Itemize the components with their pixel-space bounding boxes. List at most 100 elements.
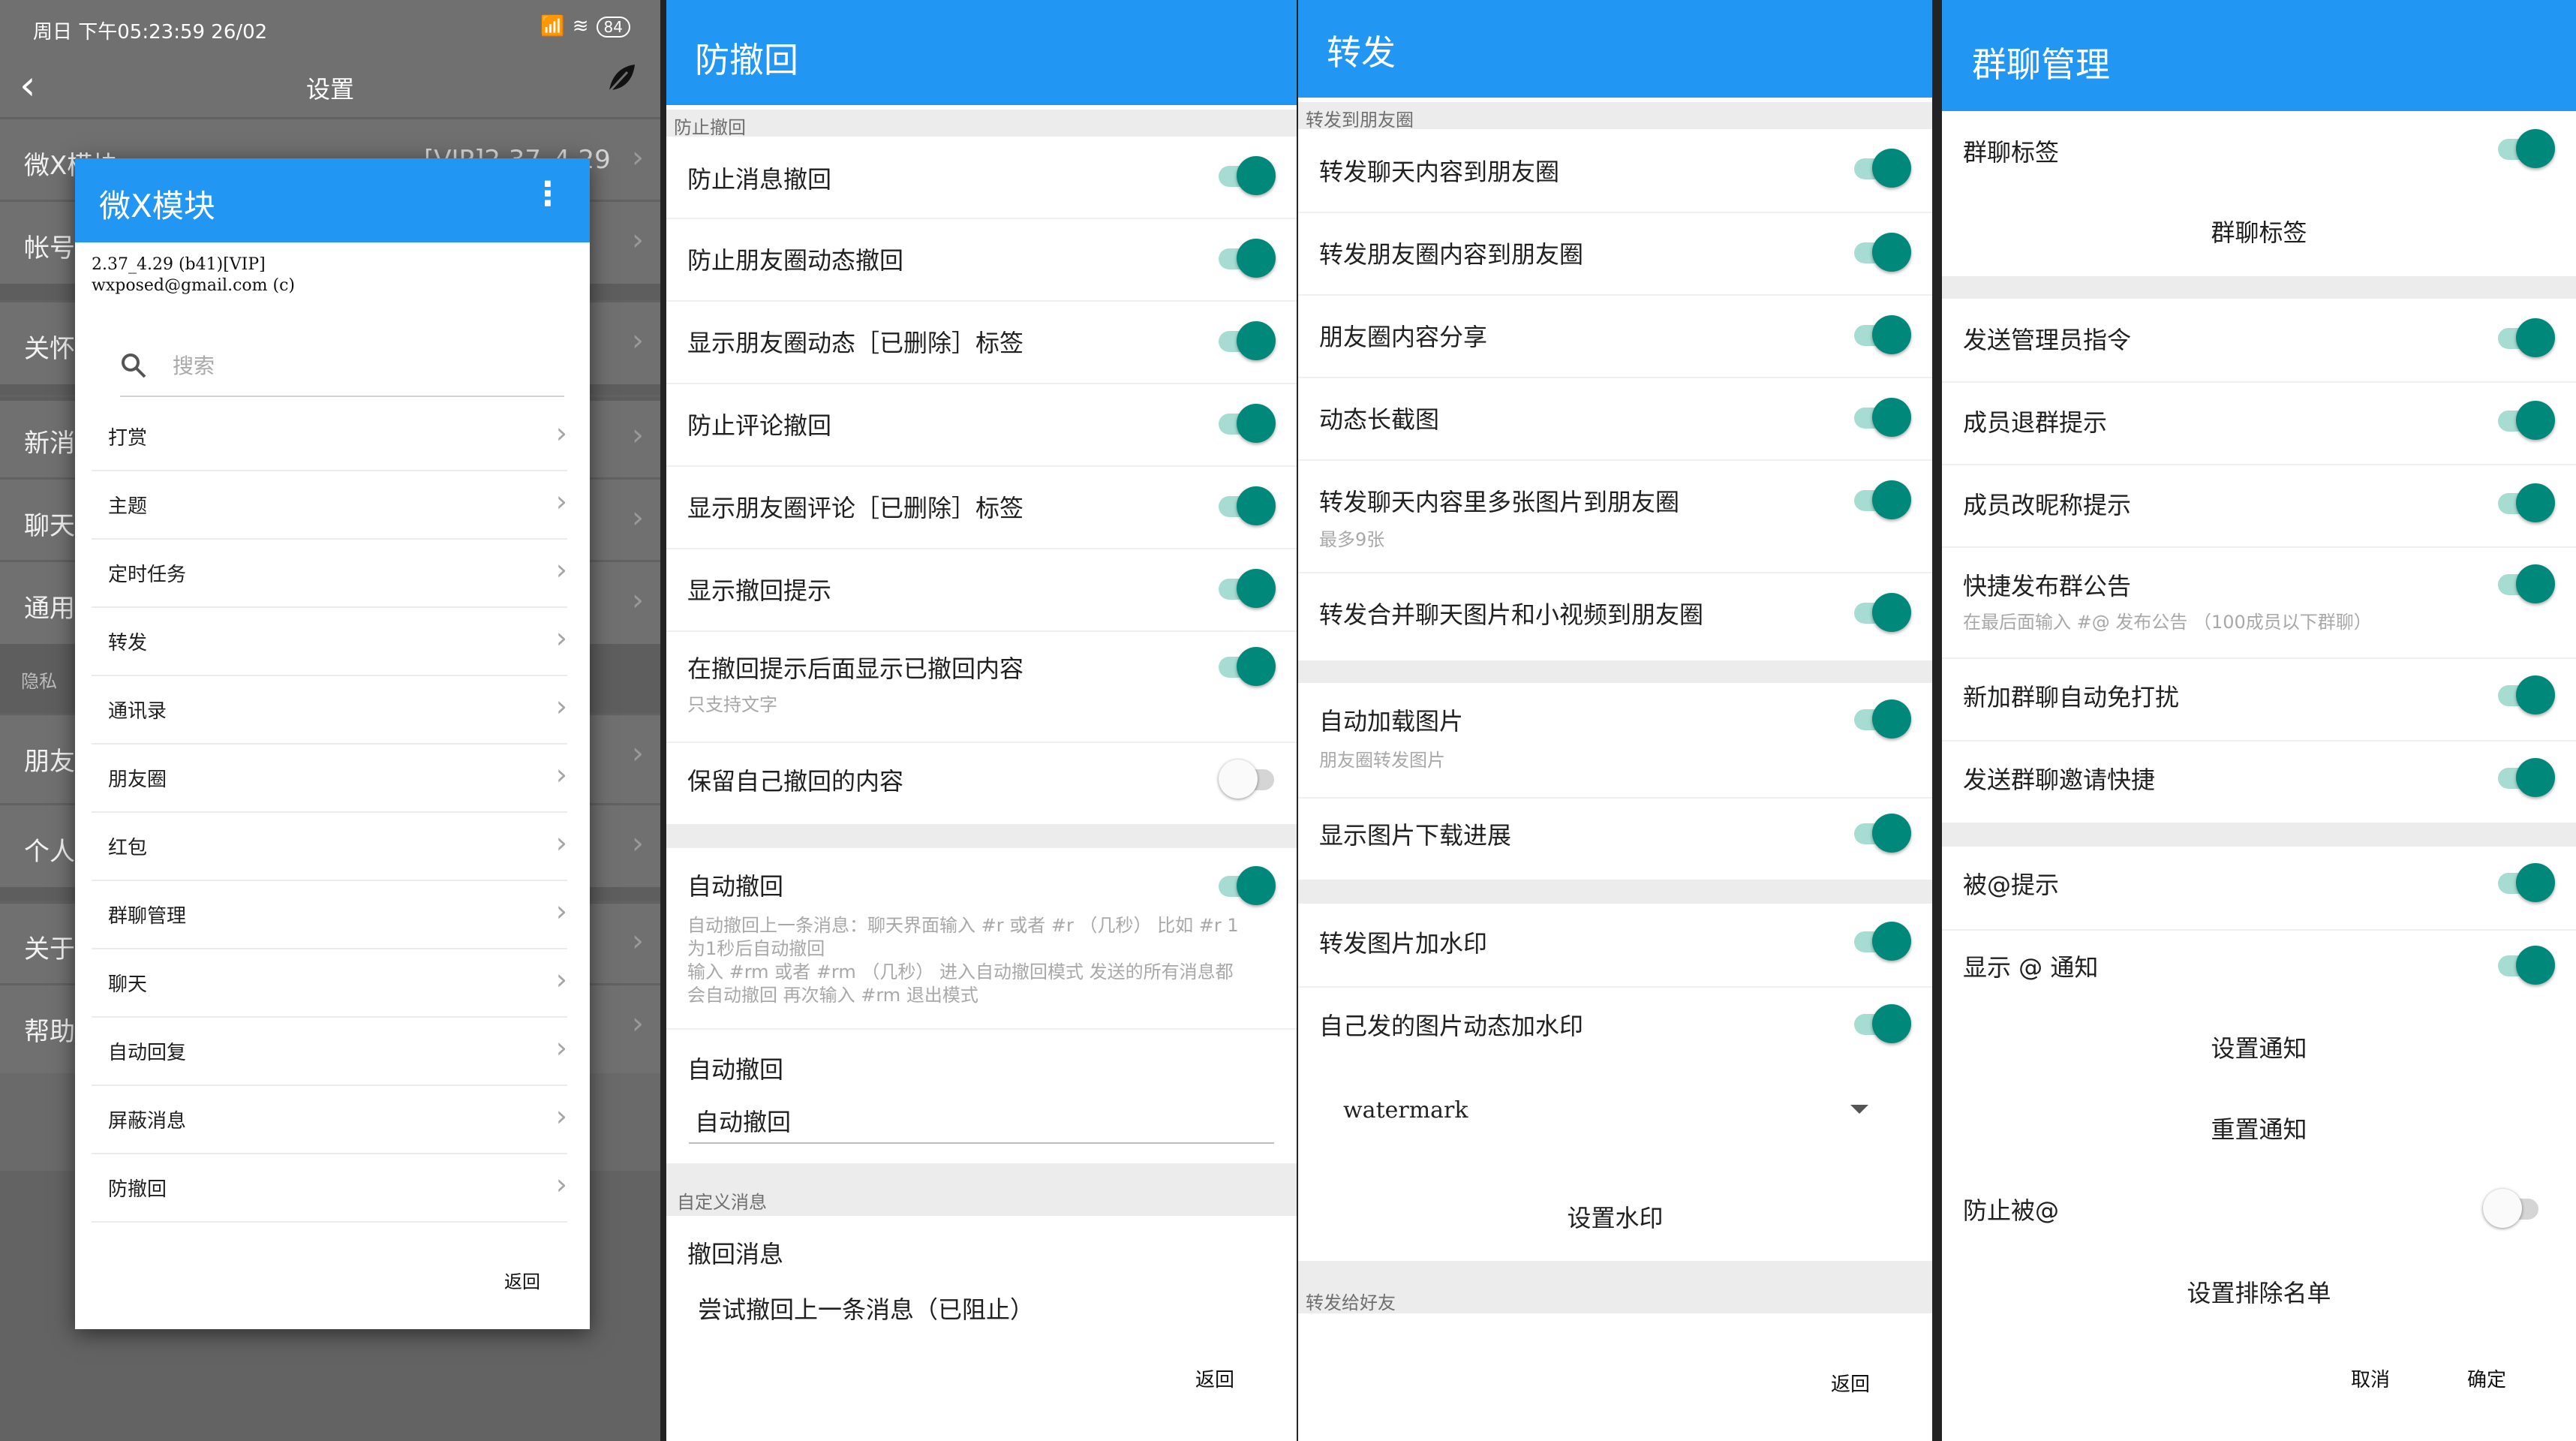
menu-item-moments[interactable]: 朋友圈 › [92, 745, 567, 813]
menu-item-block-message[interactable]: 屏蔽消息 › [92, 1086, 567, 1154]
toggle-switch[interactable] [1854, 814, 1911, 853]
setting-label: 转发聊天内容里多张图片到朋友圈 [1319, 488, 1680, 516]
toggle-switch[interactable] [1219, 569, 1276, 608]
setting-label: 被@提示 [1963, 871, 2060, 899]
toggle-switch[interactable] [1854, 1004, 1911, 1043]
toggle-switch[interactable] [1854, 593, 1911, 632]
setting-row[interactable]: 转发聊天内容里多张图片到朋友圈 最多9张 [1298, 459, 1932, 573]
search-bar[interactable] [120, 337, 564, 397]
back-button[interactable]: 返回 [1831, 1369, 1870, 1397]
menu-item-chat[interactable]: 聊天 › [92, 949, 567, 1018]
toggle-switch[interactable] [1219, 760, 1274, 799]
toggle-switch[interactable] [1219, 239, 1276, 278]
setting-row[interactable]: 自动加载图片 朋友圈转发图片 [1298, 683, 1932, 799]
setting-row[interactable]: 显示 @ 通知 [1942, 929, 2576, 1012]
toggle-switch[interactable] [2498, 863, 2555, 902]
setting-row[interactable]: 保留自己撤回的内容 [666, 742, 1297, 824]
more-vert-icon[interactable]: ⋮ [531, 175, 564, 213]
section-header: 防止撤回 [666, 110, 1297, 138]
setting-row[interactable]: 自己发的图片动态加水印 [1298, 986, 1932, 1069]
toggle-switch[interactable] [2498, 675, 2555, 714]
status-time: 周日 下午05:23:59 26/02 [33, 21, 268, 44]
set-watermark-button[interactable]: 设置水印 [1298, 1199, 1932, 1234]
setting-row[interactable]: 转发聊天内容到朋友圈 [1298, 129, 1932, 213]
setting-row[interactable]: 快捷发布群公告 在最后面输入 #@ 发布公告 （100成员以下群聊） [1942, 546, 2576, 659]
setting-row[interactable]: 成员退群提示 [1942, 381, 2576, 465]
toggle-switch[interactable] [2498, 318, 2555, 357]
setting-row[interactable]: 新加群聊自动免打扰 [1942, 657, 2576, 742]
setting-row[interactable]: 防止朋友圈动态撤回 [666, 218, 1297, 302]
setting-row[interactable]: 显示图片下载进展 [1298, 797, 1932, 880]
watermark-select[interactable]: watermark [1343, 1091, 1868, 1136]
setting-row[interactable]: 被@提示 [1942, 847, 2576, 931]
toggle-switch[interactable] [1854, 398, 1911, 437]
version-text: 2.37_4.29 (b41)[VIP] [92, 255, 266, 274]
setting-label: 群聊标签 [1963, 138, 2060, 167]
reset-notify-button[interactable]: 重置通知 [1942, 1111, 2576, 1145]
set-notify-button[interactable]: 设置通知 [1942, 1030, 2576, 1064]
back-button[interactable]: 返回 [1195, 1364, 1234, 1392]
setting-row[interactable]: 群聊标签 [1942, 111, 2576, 189]
toggle-switch[interactable] [1219, 156, 1276, 195]
setting-row[interactable]: 转发合并聊天图片和小视频到朋友圈 [1298, 572, 1932, 660]
toggle-switch[interactable] [1854, 233, 1911, 272]
toggle-switch[interactable] [1854, 699, 1911, 739]
recall-message-value[interactable]: 尝试撤回上一条消息（已阻止） [698, 1291, 1034, 1325]
setting-row[interactable]: 动态长截图 [1298, 377, 1932, 461]
menu-item-contacts[interactable]: 通讯录 › [92, 676, 567, 745]
toggle-switch[interactable] [1854, 480, 1911, 519]
setting-row[interactable]: 显示撤回提示 [666, 548, 1297, 632]
setting-row[interactable]: 成员改昵称提示 [1942, 464, 2576, 548]
menu-item-auto-reply[interactable]: 自动回复 › [92, 1018, 567, 1086]
menu-item-label: 红包 [108, 837, 148, 859]
setting-row-auto-recall[interactable]: 自动撤回 自动撤回上一条消息：聊天界面输入 #r 或者 #r （几秒） 比如 #… [666, 848, 1297, 1030]
toggle-switch[interactable] [2483, 1189, 2538, 1228]
toggle-switch[interactable] [1219, 404, 1276, 443]
toggle-switch[interactable] [1219, 866, 1276, 905]
setting-row[interactable]: 防止评论撤回 [666, 383, 1297, 467]
setting-row[interactable]: 防止消息撤回 [666, 137, 1297, 219]
menu-item-theme[interactable]: 主题 › [92, 471, 567, 540]
setting-row[interactable]: 在撤回提示后面显示已撤回内容 只支持文字 [666, 630, 1297, 743]
setting-row[interactable]: 防止被@ [1942, 1168, 2576, 1246]
toggle-switch[interactable] [2498, 564, 2555, 603]
setting-row[interactable]: 发送管理员指令 [1942, 299, 2576, 383]
section-label: 转发到朋友圈 [1306, 110, 1414, 131]
toggle-switch[interactable] [1219, 647, 1276, 686]
toggle-switch[interactable] [1854, 922, 1911, 961]
setting-sublabel: 只支持文字 [687, 694, 777, 715]
toggle-switch[interactable] [1219, 486, 1276, 525]
search-input[interactable] [171, 347, 489, 384]
group-tag-button[interactable]: 群聊标签 [1942, 214, 2576, 248]
setting-label: 发送群聊邀请快捷 [1963, 766, 2156, 794]
setting-row[interactable]: 转发朋友圈内容到朋友圈 [1298, 212, 1932, 296]
dialog-header: 转发 [1298, 0, 1932, 98]
chevron-right-icon: › [555, 826, 567, 859]
toggle-switch[interactable] [2498, 946, 2555, 985]
menu-item-anti-recall[interactable]: 防撤回 › [92, 1154, 567, 1223]
cancel-button[interactable]: 取消 [2351, 1364, 2390, 1392]
confirm-button[interactable]: 确定 [2467, 1364, 2506, 1392]
toggle-switch[interactable] [2498, 483, 2555, 522]
setting-row[interactable]: 显示朋友圈动态［已删除］标签 [666, 300, 1297, 384]
setting-row[interactable]: 发送群聊邀请快捷 [1942, 740, 2576, 823]
toggle-switch[interactable] [1854, 315, 1911, 354]
setting-row[interactable]: 转发图片加水印 [1298, 904, 1932, 988]
menu-item-red-packet[interactable]: 红包 › [92, 813, 567, 881]
setting-row[interactable]: 显示朋友圈评论［已删除］标签 [666, 465, 1297, 549]
description-line: 输入 #rm 或者 #rm （几秒） 进入自动撤回模式 发送的所有消息都 [687, 961, 1234, 982]
menu-item-scheduled-task[interactable]: 定时任务 › [92, 540, 567, 608]
toggle-switch[interactable] [1219, 321, 1276, 360]
menu-item-forward[interactable]: 转发 › [92, 608, 567, 676]
toggle-switch[interactable] [2498, 401, 2555, 440]
back-button[interactable]: 返回 [504, 1267, 540, 1293]
toggle-switch[interactable] [2498, 129, 2555, 168]
leaf-icon[interactable] [605, 62, 638, 104]
menu-item-group-manage[interactable]: 群聊管理 › [92, 881, 567, 949]
setting-row[interactable]: 朋友圈内容分享 [1298, 294, 1932, 378]
menu-item-donate[interactable]: 打赏 › [92, 403, 567, 471]
toggle-switch[interactable] [2498, 758, 2555, 797]
toggle-switch[interactable] [1854, 149, 1911, 188]
exclude-list-button[interactable]: 设置排除名单 [1942, 1274, 2576, 1309]
auto-recall-text-field[interactable]: 自动撤回 [689, 1097, 1274, 1144]
